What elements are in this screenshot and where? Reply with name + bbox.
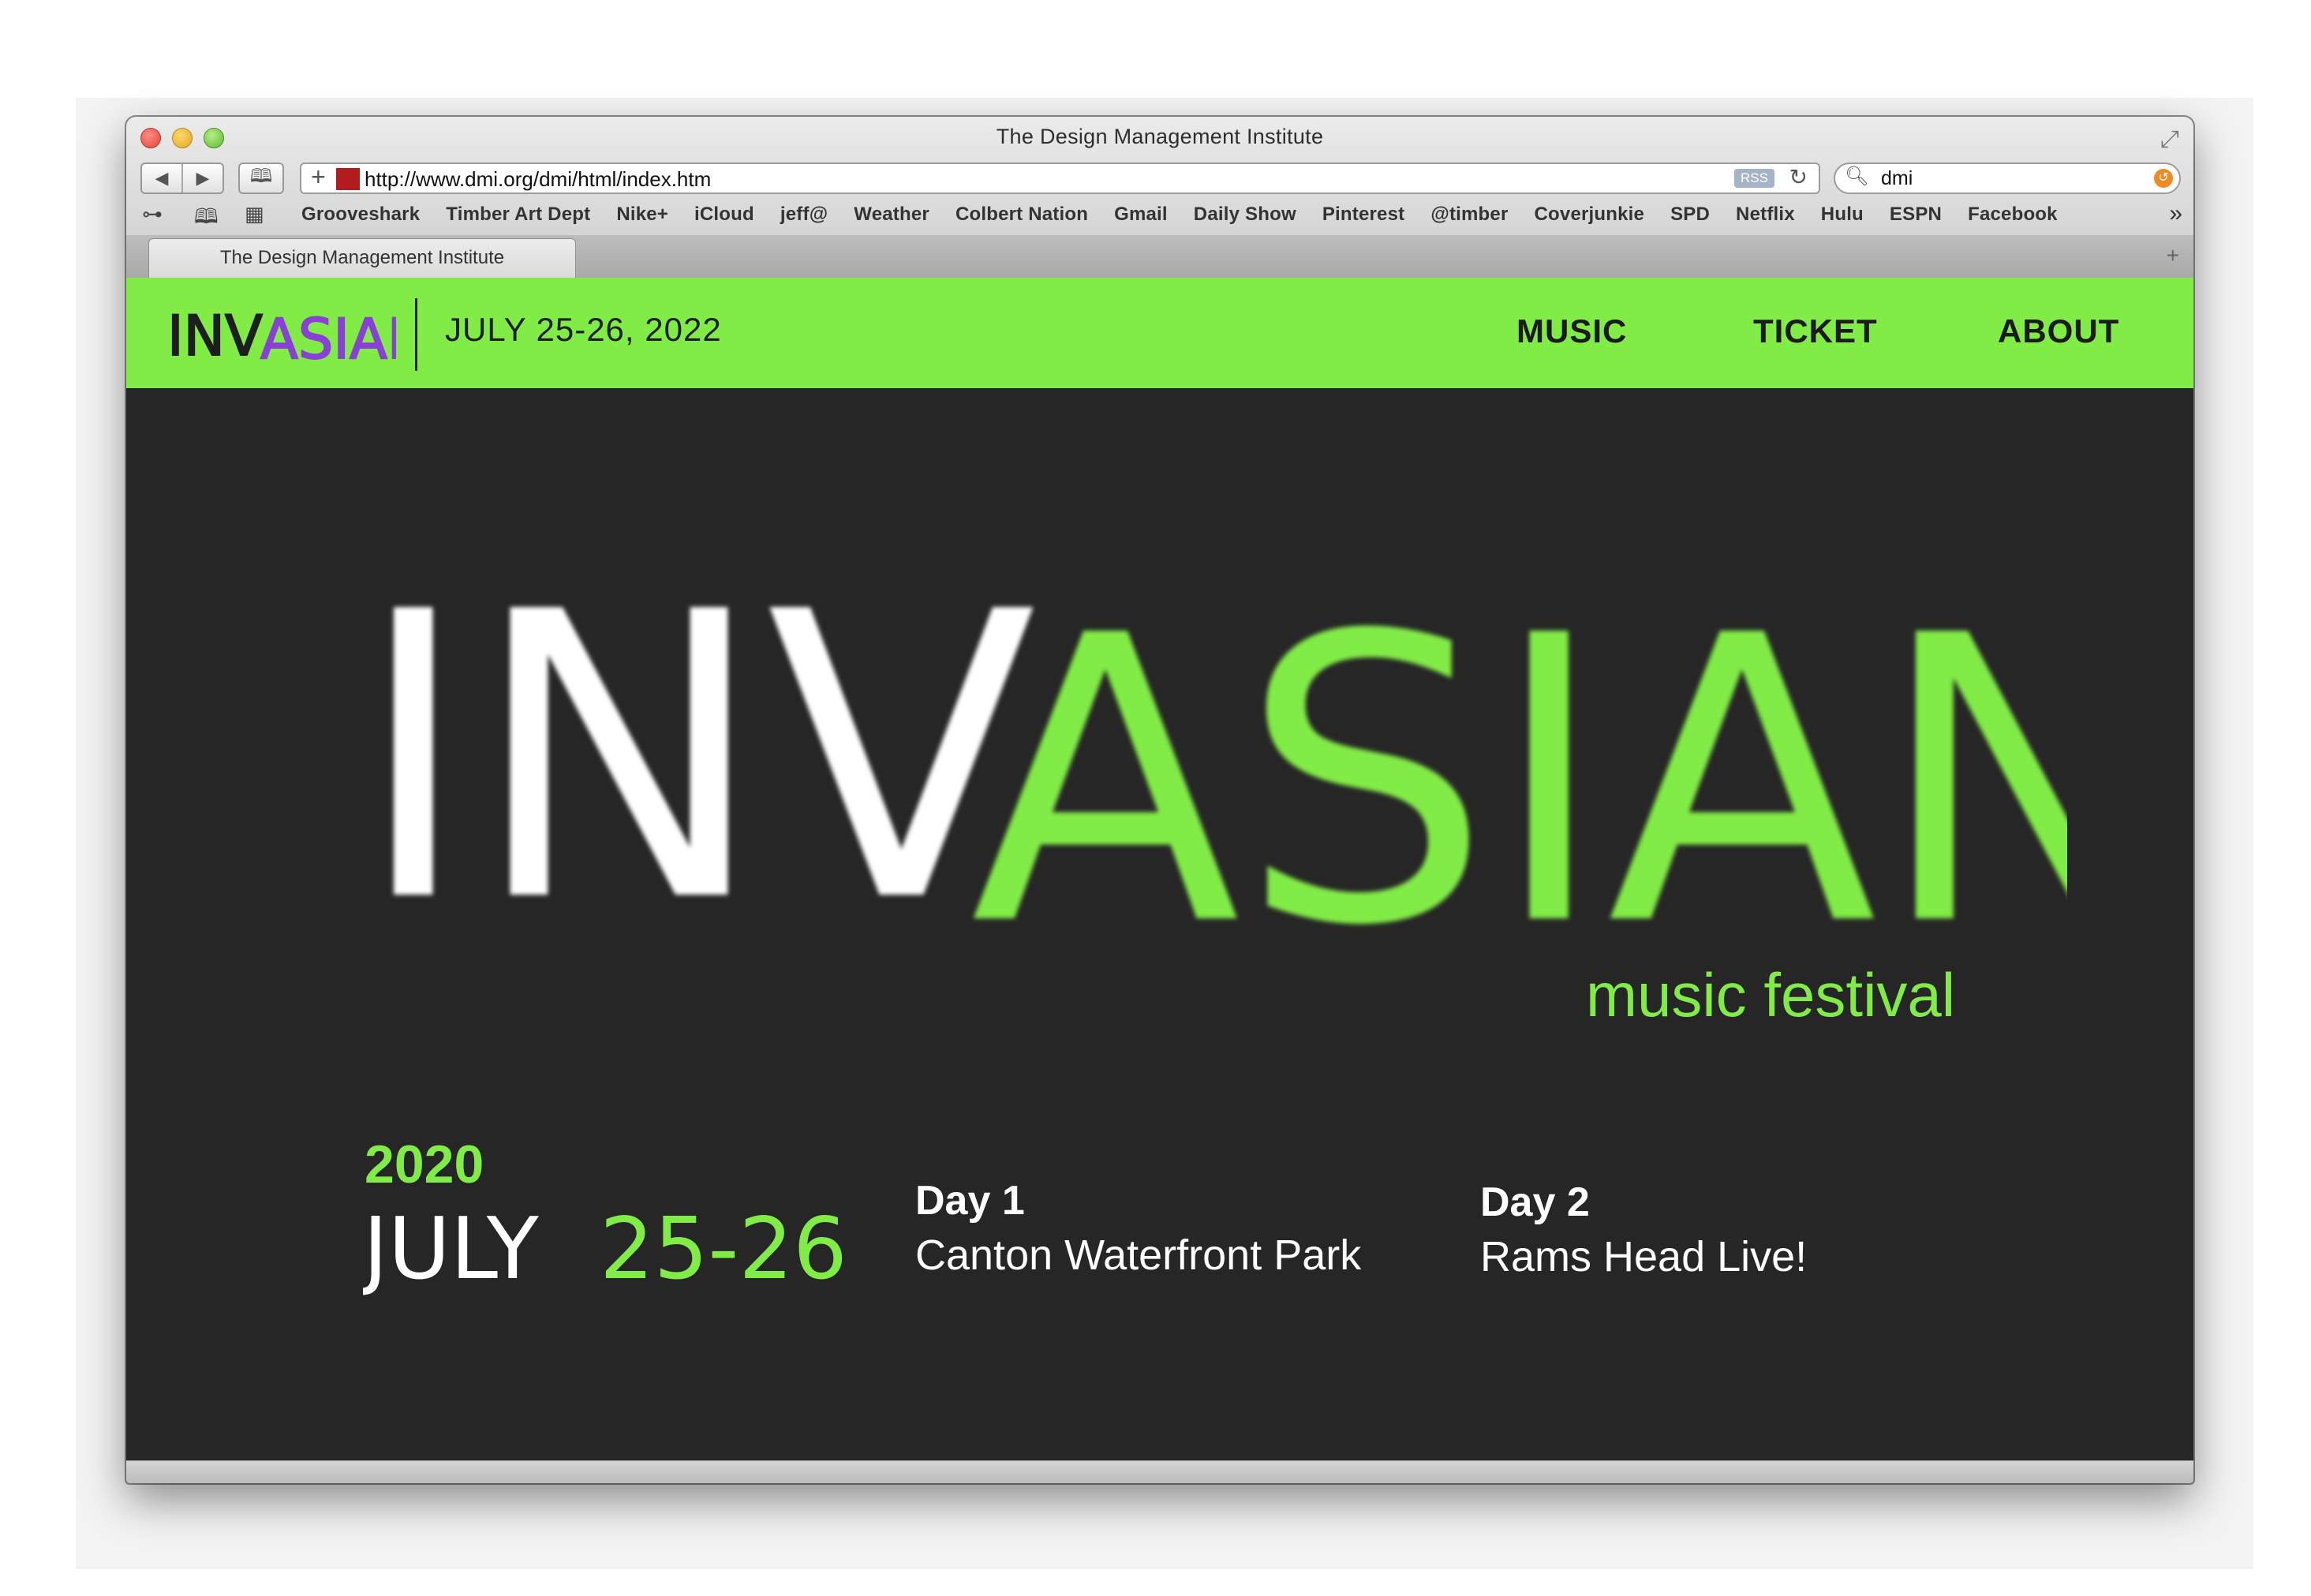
logo-text-purple: ASIAN	[260, 307, 396, 371]
hero-subtitle: music festival	[1586, 960, 1956, 1030]
header-divider	[415, 298, 417, 371]
festival-dates: JULY 25-26	[363, 1200, 847, 1299]
bookmark-item[interactable]: Timber Art Dept	[446, 204, 590, 226]
day-1-venue: Canton Waterfront Park	[915, 1232, 1362, 1279]
browser-window: The Design Management Institute ⤢ ◀ ▶ 🕮 …	[126, 117, 2193, 1483]
rss-button[interactable]: RSS	[1734, 169, 1774, 188]
clear-search-icon[interactable]: ↺	[2154, 169, 2173, 188]
bookmark-item[interactable]: jeff@	[780, 204, 828, 226]
bookmark-item[interactable]: Gmail	[1114, 204, 1168, 226]
nav-about-link[interactable]: ABOUT	[1998, 312, 2119, 350]
search-input[interactable]: dmi	[1881, 167, 1913, 190]
address-bar[interactable]: + http://www.dmi.org/dmi/html/index.htm …	[300, 163, 1820, 194]
logo-text-dark: INV	[167, 304, 263, 368]
nav-music-link[interactable]: MUSIC	[1516, 312, 1627, 350]
show-bookmarks-button[interactable]: 🕮	[238, 163, 284, 194]
header-date: JULY 25-26, 2022	[445, 311, 722, 348]
bookmark-list: Grooveshark Timber Art Dept Nike+ iCloud…	[301, 204, 2084, 226]
bookmark-item[interactable]: Daily Show	[1194, 204, 1296, 226]
webpage: INV ASIAN JULY 25-26, 2022 MUSIC TICKET …	[126, 278, 2193, 1461]
window-title: The Design Management Institute	[996, 125, 1324, 148]
open-book-icon: 🕮	[249, 165, 273, 187]
bookmark-item[interactable]: ESPN	[1890, 204, 1942, 226]
reload-icon[interactable]: ↻	[1789, 164, 1808, 190]
site-favicon	[336, 168, 360, 190]
fullscreen-icon[interactable]: ⤢	[2160, 126, 2179, 153]
day-1-label: Day 1	[915, 1178, 1025, 1224]
festival-day-range: 25-26	[600, 1200, 847, 1299]
back-forward-buttons: ◀ ▶	[140, 163, 224, 194]
reading-list-icon[interactable]: ⊶	[142, 202, 163, 226]
search-field[interactable]: 🔍︎ dmi ↺	[1834, 163, 2181, 194]
tab-active[interactable]: The Design Management Institute	[148, 238, 576, 278]
hero-festival-logo: INV ASIAN	[355, 529, 2067, 997]
browser-chrome: The Design Management Institute ⤢ ◀ ▶ 🕮 …	[126, 117, 2193, 278]
bookmarks-bar: ⊶ 🕮 ▦ Grooveshark Timber Art Dept Nike+ …	[126, 196, 2193, 232]
back-arrow-icon[interactable]: ◀	[142, 168, 181, 189]
more-bookmarks-chevron-icon[interactable]: »	[2169, 200, 2182, 227]
bookmark-item[interactable]: Facebook	[1968, 204, 2058, 226]
day-2-venue: Rams Head Live!	[1480, 1233, 1808, 1280]
bookmark-item[interactable]: @timber	[1430, 204, 1508, 226]
bookmark-item[interactable]: SPD	[1670, 204, 1710, 226]
top-sites-grid-icon[interactable]: ▦	[245, 202, 264, 226]
forward-arrow-icon[interactable]: ▶	[183, 168, 222, 189]
bookmark-item[interactable]: Grooveshark	[301, 204, 420, 226]
new-tab-icon[interactable]: +	[2167, 243, 2179, 268]
bookmark-item[interactable]: Netflix	[1736, 204, 1795, 226]
hero-text-white: INV	[355, 529, 1038, 988]
add-bookmark-icon[interactable]: +	[311, 163, 326, 192]
magnifier-icon[interactable]: 🔍︎	[1845, 165, 1868, 188]
title-bar[interactable]: The Design Management Institute ⤢	[126, 117, 2193, 158]
festival-month: JULY	[363, 1200, 540, 1299]
browser-toolbar: ◀ ▶ 🕮 + http://www.dmi.org/dmi/html/inde…	[126, 158, 2193, 196]
hero-text-green: ASIAN	[970, 552, 2067, 997]
bookmark-item[interactable]: Colbert Nation	[955, 204, 1088, 226]
bookmark-item[interactable]: Nike+	[616, 204, 668, 226]
url-text[interactable]: http://www.dmi.org/dmi/html/index.htm	[365, 167, 711, 192]
status-bar	[126, 1460, 2193, 1483]
tab-bar: The Design Management Institute +	[126, 235, 2193, 278]
bookmark-item[interactable]: Coverjunkie	[1535, 204, 1645, 226]
bookmarks-book-icon[interactable]: 🕮	[194, 202, 219, 237]
bookmark-item[interactable]: Pinterest	[1322, 204, 1405, 226]
nav-ticket-link[interactable]: TICKET	[1753, 312, 1878, 350]
bookmark-item[interactable]: Weather	[854, 204, 929, 226]
day-2-label: Day 2	[1480, 1179, 1590, 1225]
site-logo[interactable]: INV ASIAN	[167, 295, 396, 371]
bookmark-item[interactable]: iCloud	[694, 204, 754, 226]
site-header: INV ASIAN JULY 25-26, 2022 MUSIC TICKET …	[126, 278, 2193, 388]
bookmark-item[interactable]: Hulu	[1821, 204, 1864, 226]
